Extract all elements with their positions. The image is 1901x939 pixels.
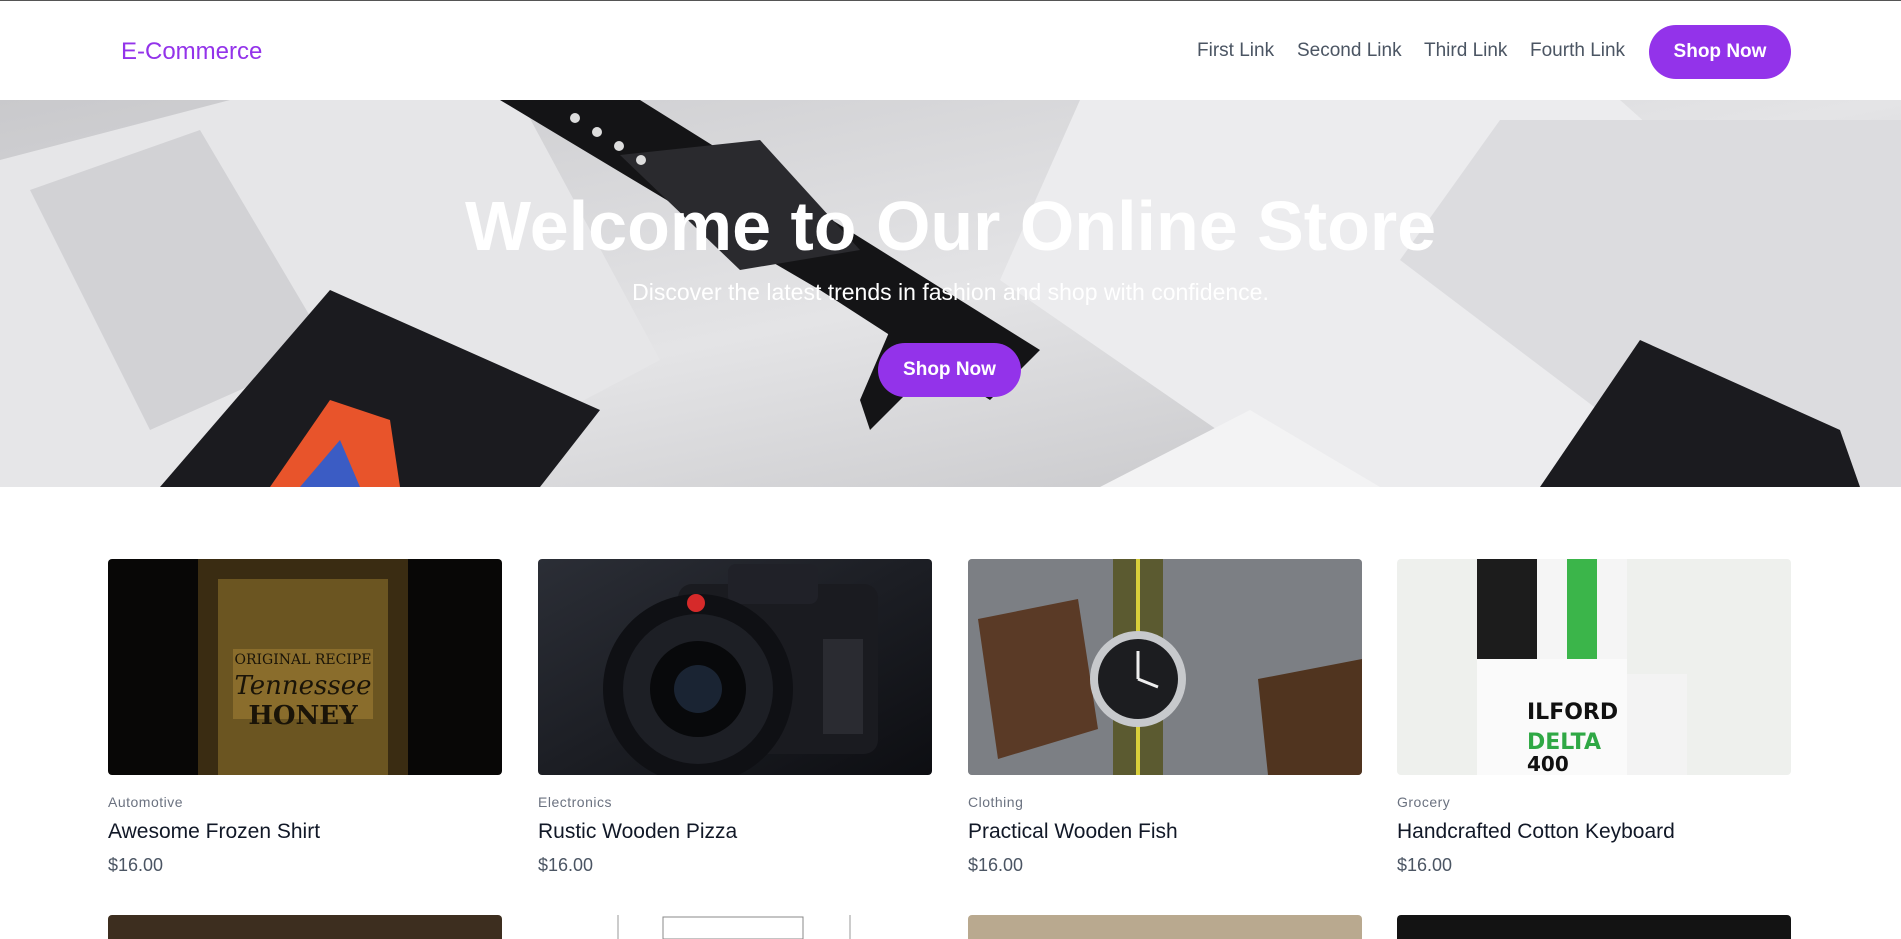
- product-category: Grocery: [1397, 794, 1451, 810]
- hero-shop-now-button[interactable]: Shop Now: [878, 343, 1021, 397]
- product-price: $16.00: [968, 855, 1024, 875]
- product-image[interactable]: [968, 559, 1362, 775]
- product-price: $16.00: [538, 855, 594, 875]
- product-category: Electronics: [538, 794, 612, 810]
- nav-link-fourth[interactable]: Fourth Link: [1530, 40, 1625, 62]
- product-image-partial[interactable]: [108, 915, 502, 939]
- hero-subtitle: Discover the latest trends in fashion an…: [632, 279, 1269, 305]
- product-name[interactable]: Practical Wooden Fish: [968, 820, 1178, 844]
- product-image-partial[interactable]: [1397, 915, 1791, 939]
- svg-text:400: 400: [1527, 752, 1569, 775]
- site-header: E-Commerce First Link Second Link Third …: [0, 1, 1901, 100]
- product-category: Clothing: [968, 794, 1024, 810]
- nav-link-third[interactable]: Third Link: [1424, 40, 1507, 62]
- nav-link-first[interactable]: First Link: [1197, 40, 1274, 62]
- header-shop-now-button[interactable]: Shop Now: [1649, 25, 1791, 79]
- product-name[interactable]: Rustic Wooden Pizza: [538, 820, 737, 844]
- product-image[interactable]: ILFORD DELTA 400: [1397, 559, 1791, 775]
- product-image-partial[interactable]: [538, 915, 932, 939]
- product-image-partial[interactable]: [968, 915, 1362, 939]
- product-name[interactable]: Awesome Frozen Shirt: [108, 820, 320, 844]
- product-image[interactable]: ORIGINAL RECIPE Tennessee HONEY: [108, 559, 502, 775]
- hero-title: Welcome to Our Online Store: [464, 187, 1437, 265]
- product-price: $16.00: [1397, 855, 1453, 875]
- svg-text:ORIGINAL RECIPE: ORIGINAL RECIPE: [234, 652, 371, 668]
- brand-logo-link[interactable]: E-Commerce: [121, 38, 262, 66]
- product-category: Automotive: [108, 794, 184, 810]
- nav-link-second[interactable]: Second Link: [1297, 40, 1402, 62]
- svg-text:Tennessee: Tennessee: [234, 671, 371, 701]
- svg-text:ILFORD: ILFORD: [1527, 700, 1618, 725]
- product-name[interactable]: Handcrafted Cotton Keyboard: [1397, 820, 1675, 844]
- svg-text:HONEY: HONEY: [248, 701, 358, 731]
- hero-banner: Welcome to Our Online Store Discover the…: [0, 100, 1901, 487]
- product-price: $16.00: [108, 855, 164, 875]
- product-image[interactable]: [538, 559, 932, 775]
